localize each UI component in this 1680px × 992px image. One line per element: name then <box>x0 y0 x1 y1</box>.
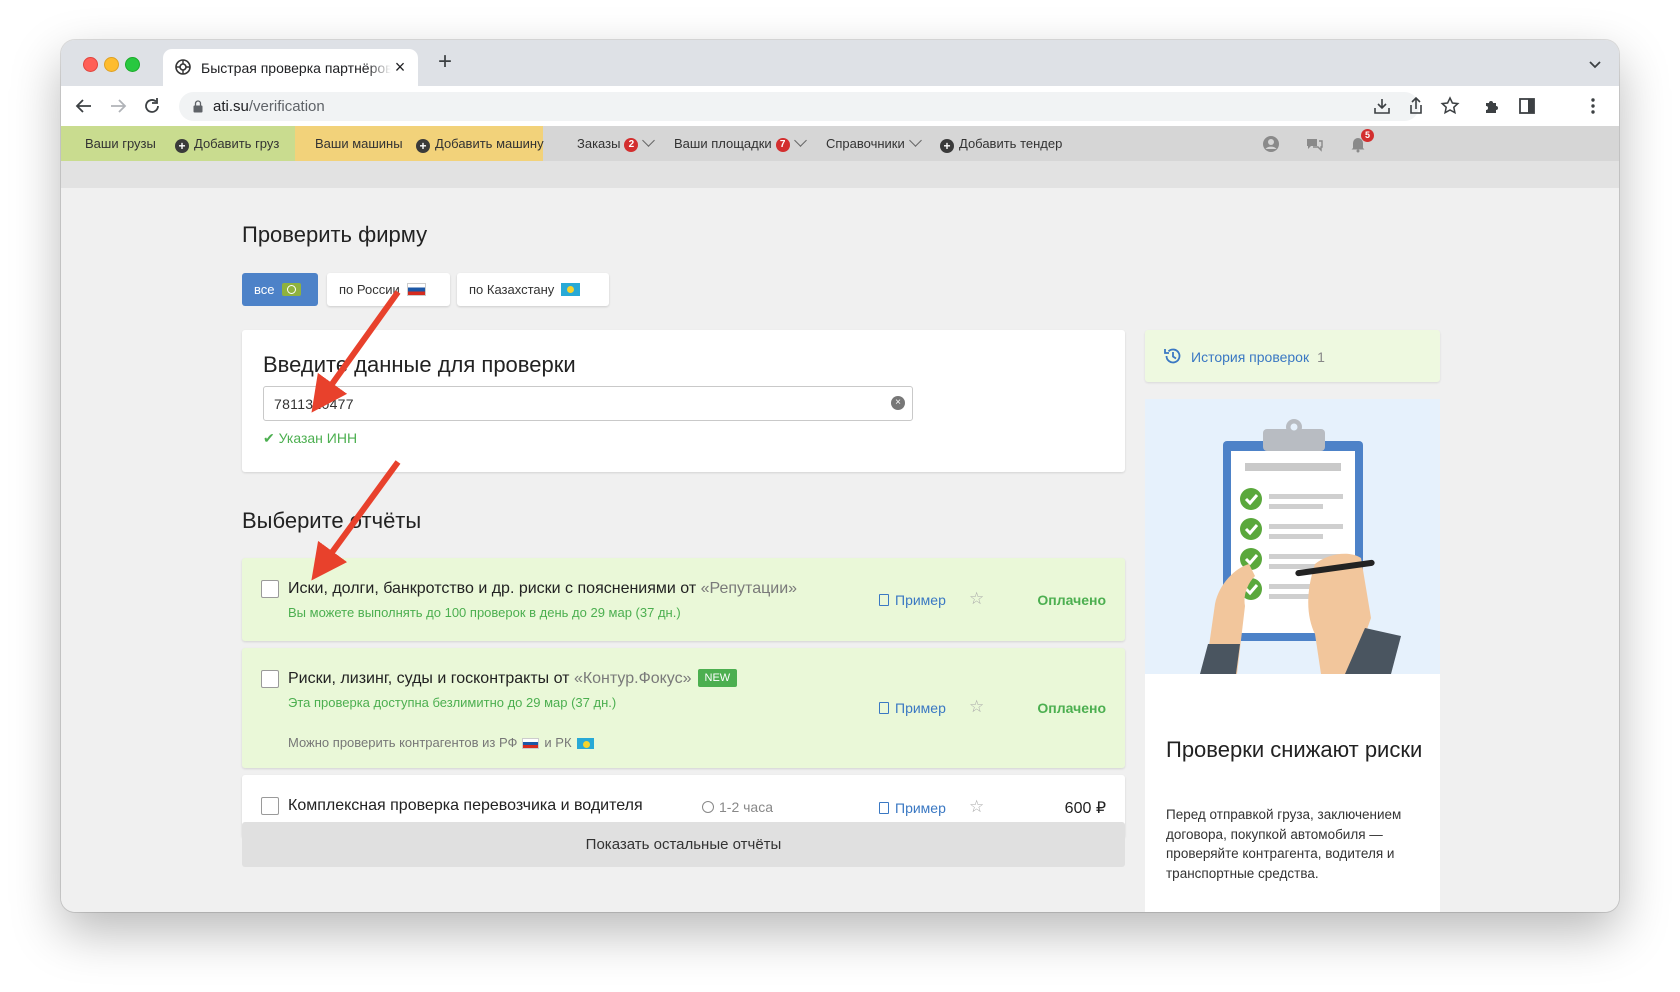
annotation-arrow <box>311 290 401 413</box>
annotation-arrow <box>311 460 401 581</box>
annotation-arrows <box>311 290 401 581</box>
browser-window: Быстрая проверка партнёров × + ati.su/ve… <box>61 40 1619 912</box>
